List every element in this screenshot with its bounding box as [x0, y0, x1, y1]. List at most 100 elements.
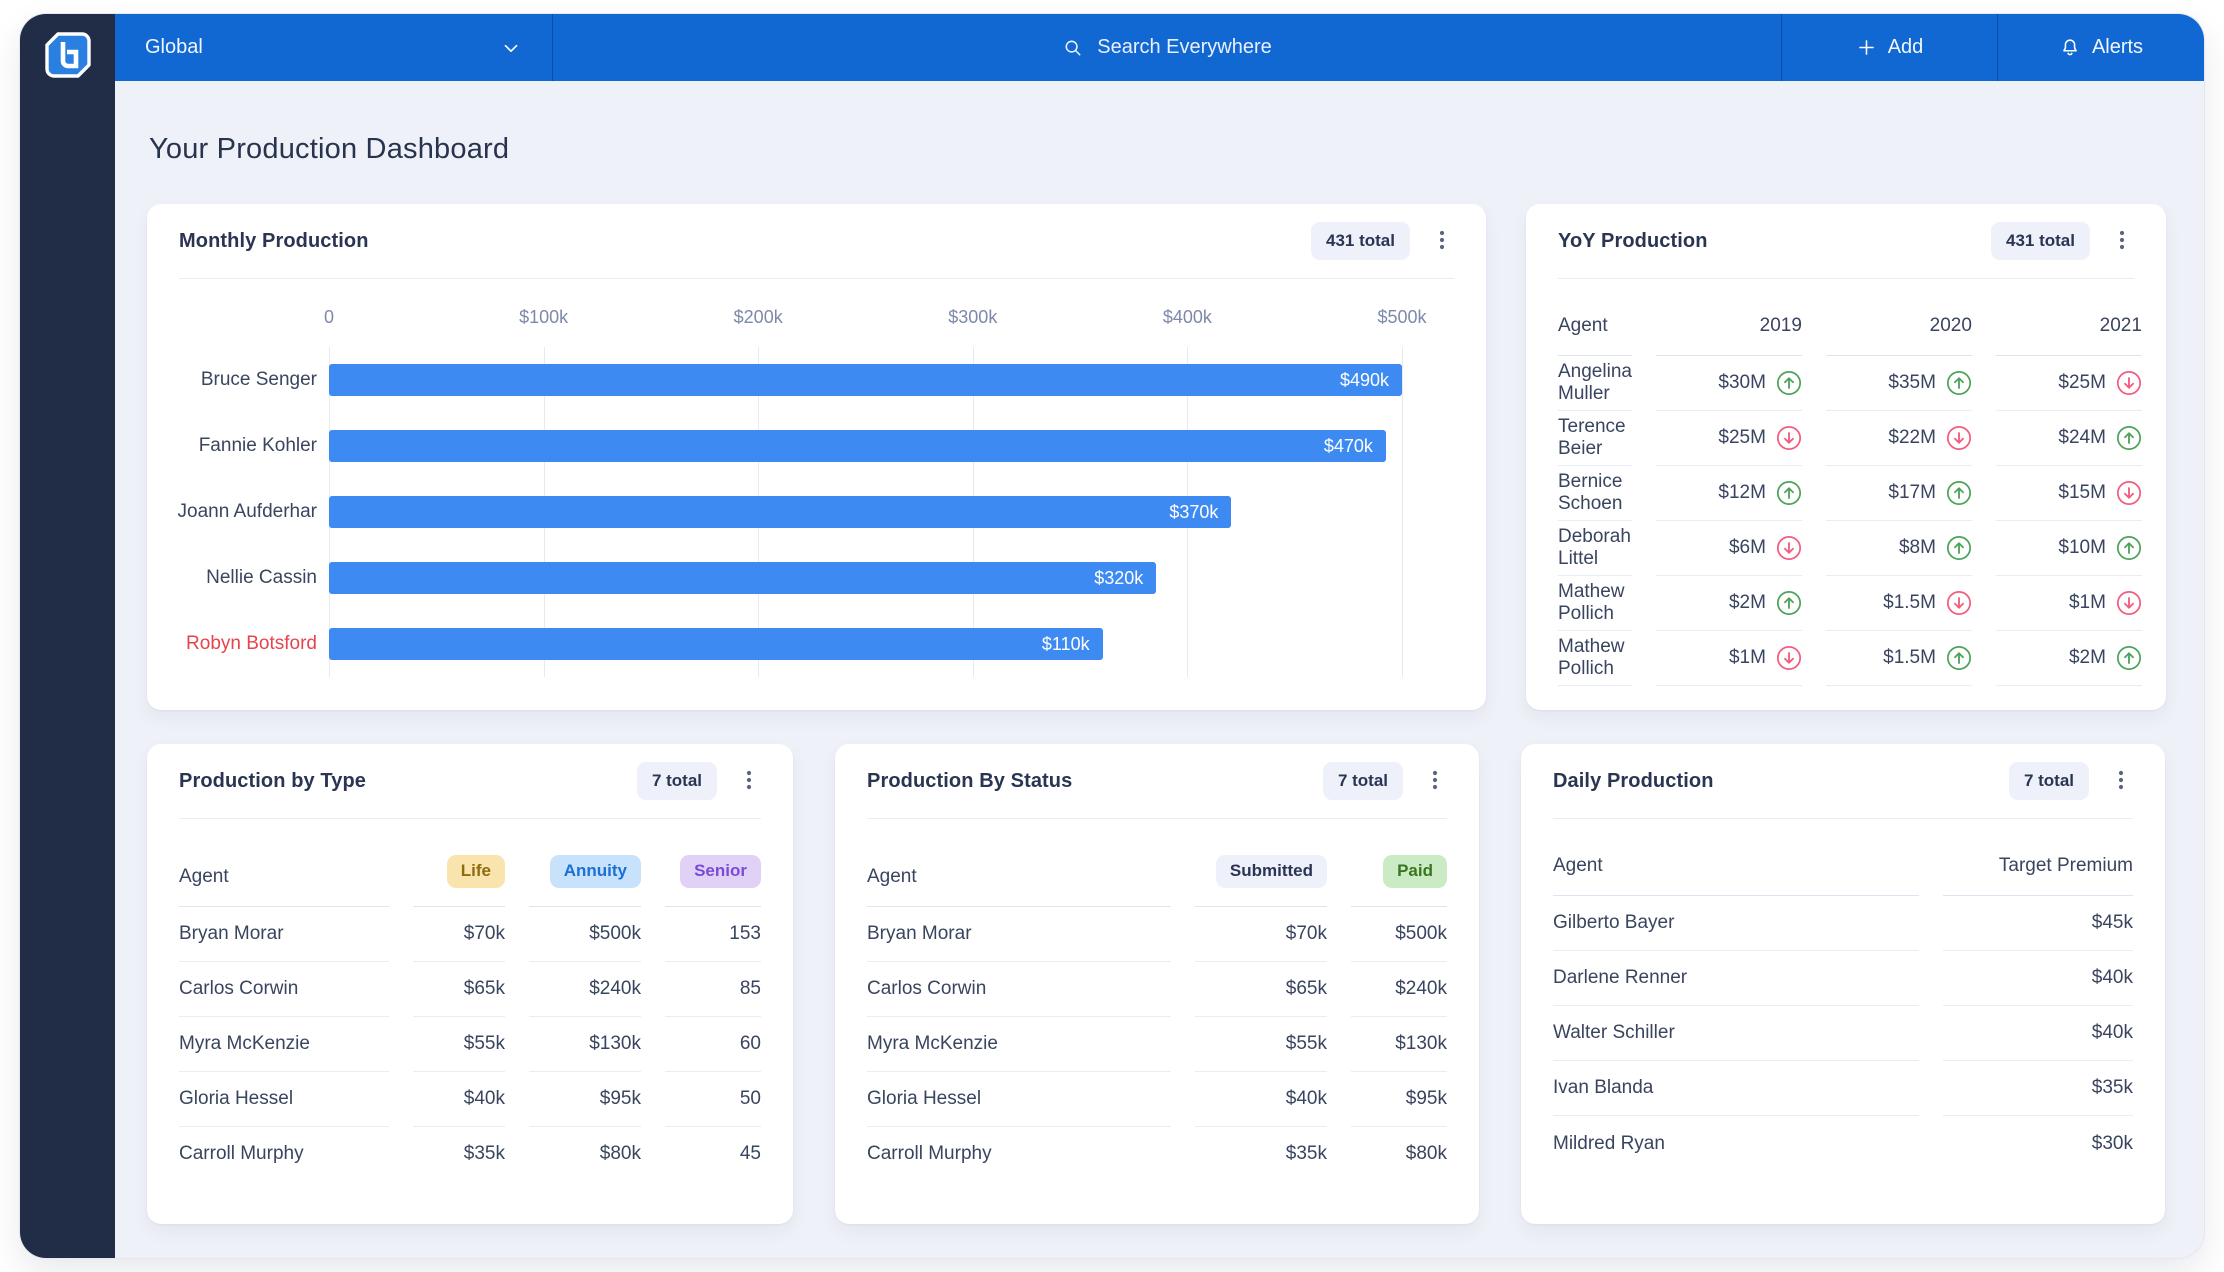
topbar: Global Search Everywhere Add Alerts	[115, 14, 2204, 81]
value-text: $17M	[1888, 482, 1936, 504]
agent-name-cell: Carlos Corwin	[867, 962, 1171, 1017]
agent-name-cell: Bryan Morar	[867, 907, 1171, 962]
value-text: $1M	[1729, 647, 1766, 669]
value-cell: $1M	[1996, 576, 2142, 631]
column-header: 2020	[1826, 279, 1972, 356]
chart-bar: $110k	[329, 628, 1103, 660]
chart-row: $490k	[329, 347, 1402, 413]
value-text: $25M	[2058, 372, 2106, 394]
agent-name-cell: Angelina Muller	[1558, 356, 1632, 411]
value-cell: $35k	[1943, 1061, 2133, 1116]
alerts-button[interactable]: Alerts	[1997, 14, 2204, 81]
paid-badge: Paid	[1383, 855, 1447, 888]
value-cell: $2M	[1996, 631, 2142, 686]
value-text: $30M	[1718, 372, 1766, 394]
chart-row: $110k	[329, 611, 1402, 677]
global-dropdown-label: Global	[145, 36, 203, 59]
value-cell: $1.5M	[1826, 631, 1972, 686]
agent-name-cell: Ivan Blanda	[1553, 1061, 1919, 1116]
monthly-production-bar-chart: Bruce SengerFannie KohlerJoann Aufderhar…	[179, 279, 1454, 677]
chart-category-label: Nellie Cassin	[179, 545, 329, 611]
chart-bar-value-label: $370k	[1169, 502, 1231, 523]
value-text: $10M	[2058, 537, 2106, 559]
global-dropdown[interactable]: Global	[115, 14, 553, 81]
chart-bar-value-label: $320k	[1094, 568, 1156, 589]
value-cell: 45	[665, 1127, 761, 1182]
trend-up-icon	[1946, 645, 1972, 671]
agent-name-cell: Mildred Ryan	[1553, 1116, 1919, 1171]
value-cell: $22M	[1826, 411, 1972, 466]
trend-up-icon	[1776, 480, 1802, 506]
value-cell: $70k	[1195, 907, 1327, 962]
agent-name-cell: Terence Beier	[1558, 411, 1632, 466]
x-axis-tick: $100k	[519, 307, 568, 328]
card-title: Production by Type	[179, 770, 366, 793]
search-everywhere[interactable]: Search Everywhere	[553, 14, 1781, 81]
value-cell: $40k	[413, 1072, 505, 1127]
life-badge: Life	[447, 855, 505, 888]
card-yoy-production: YoY Production 431 total Agent2019202020…	[1526, 204, 2166, 710]
submitted-badge: Submitted	[1216, 855, 1327, 888]
column-header-agent: Agent	[867, 819, 1171, 907]
value-cell: $6M	[1656, 521, 1802, 576]
chart-x-axis: 0$100k$200k$300k$400k$500k	[329, 305, 1402, 347]
value-text: $15M	[2058, 482, 2106, 504]
chart-category-label: Joann Aufderhar	[179, 479, 329, 545]
chevron-down-icon	[500, 37, 522, 59]
value-cell: $65k	[1195, 962, 1327, 1017]
search-icon	[1062, 37, 1084, 59]
value-text: $6M	[1729, 537, 1766, 559]
value-text: $2M	[2069, 647, 2106, 669]
card-title: Production By Status	[867, 770, 1072, 793]
card-menu-button[interactable]	[2110, 225, 2134, 258]
bell-icon	[2059, 37, 2081, 59]
value-cell: $15M	[1996, 466, 2142, 521]
value-text: $1.5M	[1883, 647, 1936, 669]
chart-bar: $320k	[329, 562, 1156, 594]
value-cell: $10M	[1996, 521, 2142, 576]
chart-bar: $490k	[329, 364, 1402, 396]
card-menu-button[interactable]	[2109, 765, 2133, 798]
trend-up-icon	[1776, 370, 1802, 396]
value-cell: $25M	[1996, 356, 2142, 411]
value-cell: $40k	[1195, 1072, 1327, 1127]
add-button[interactable]: Add	[1781, 14, 1997, 81]
senior-badge: Senior	[680, 855, 761, 888]
column-header-badge: Life	[413, 819, 505, 907]
card-menu-button[interactable]	[737, 765, 761, 798]
value-cell: 60	[665, 1017, 761, 1072]
value-cell: $8M	[1826, 521, 1972, 576]
agent-name-cell: Mathew Pollich	[1558, 576, 1632, 631]
value-text: $35M	[1888, 372, 1936, 394]
agent-name-cell: Carroll Murphy	[179, 1127, 389, 1182]
trend-up-icon	[2116, 425, 2142, 451]
column-header: Agent	[1553, 819, 1919, 896]
kebab-icon	[1425, 769, 1445, 791]
value-cell: $80k	[1351, 1127, 1447, 1182]
chart-gridline	[1402, 347, 1403, 677]
search-placeholder: Search Everywhere	[1097, 36, 1272, 59]
value-cell: $55k	[1195, 1017, 1327, 1072]
value-cell: $40k	[1943, 951, 2133, 1006]
card-menu-button[interactable]	[1430, 225, 1454, 258]
production-by-type-table: AgentLifeAnnuitySeniorBryan Morar$70k$50…	[179, 819, 761, 1182]
page-title: Your Production Dashboard	[149, 133, 2166, 166]
card-menu-button[interactable]	[1423, 765, 1447, 798]
total-badge: 431 total	[1991, 222, 2090, 260]
annuity-badge: Annuity	[550, 855, 641, 888]
total-badge: 7 total	[1323, 762, 1403, 800]
value-cell: $24M	[1996, 411, 2142, 466]
chart-bar: $370k	[329, 496, 1231, 528]
trend-down-icon	[1946, 590, 1972, 616]
value-text: $2M	[1729, 592, 1766, 614]
chart-row: $320k	[329, 545, 1402, 611]
trend-down-icon	[1946, 425, 1972, 451]
agent-name-cell: Mathew Pollich	[1558, 631, 1632, 686]
app-logo-icon[interactable]	[40, 27, 96, 83]
column-header: 2019	[1656, 279, 1802, 356]
column-header: Target Premium	[1943, 819, 2133, 896]
app-window: Global Search Everywhere Add Alerts Your…	[20, 14, 2204, 1258]
value-cell: $35M	[1826, 356, 1972, 411]
chart-category-label: Bruce Senger	[179, 347, 329, 413]
value-cell: $30M	[1656, 356, 1802, 411]
